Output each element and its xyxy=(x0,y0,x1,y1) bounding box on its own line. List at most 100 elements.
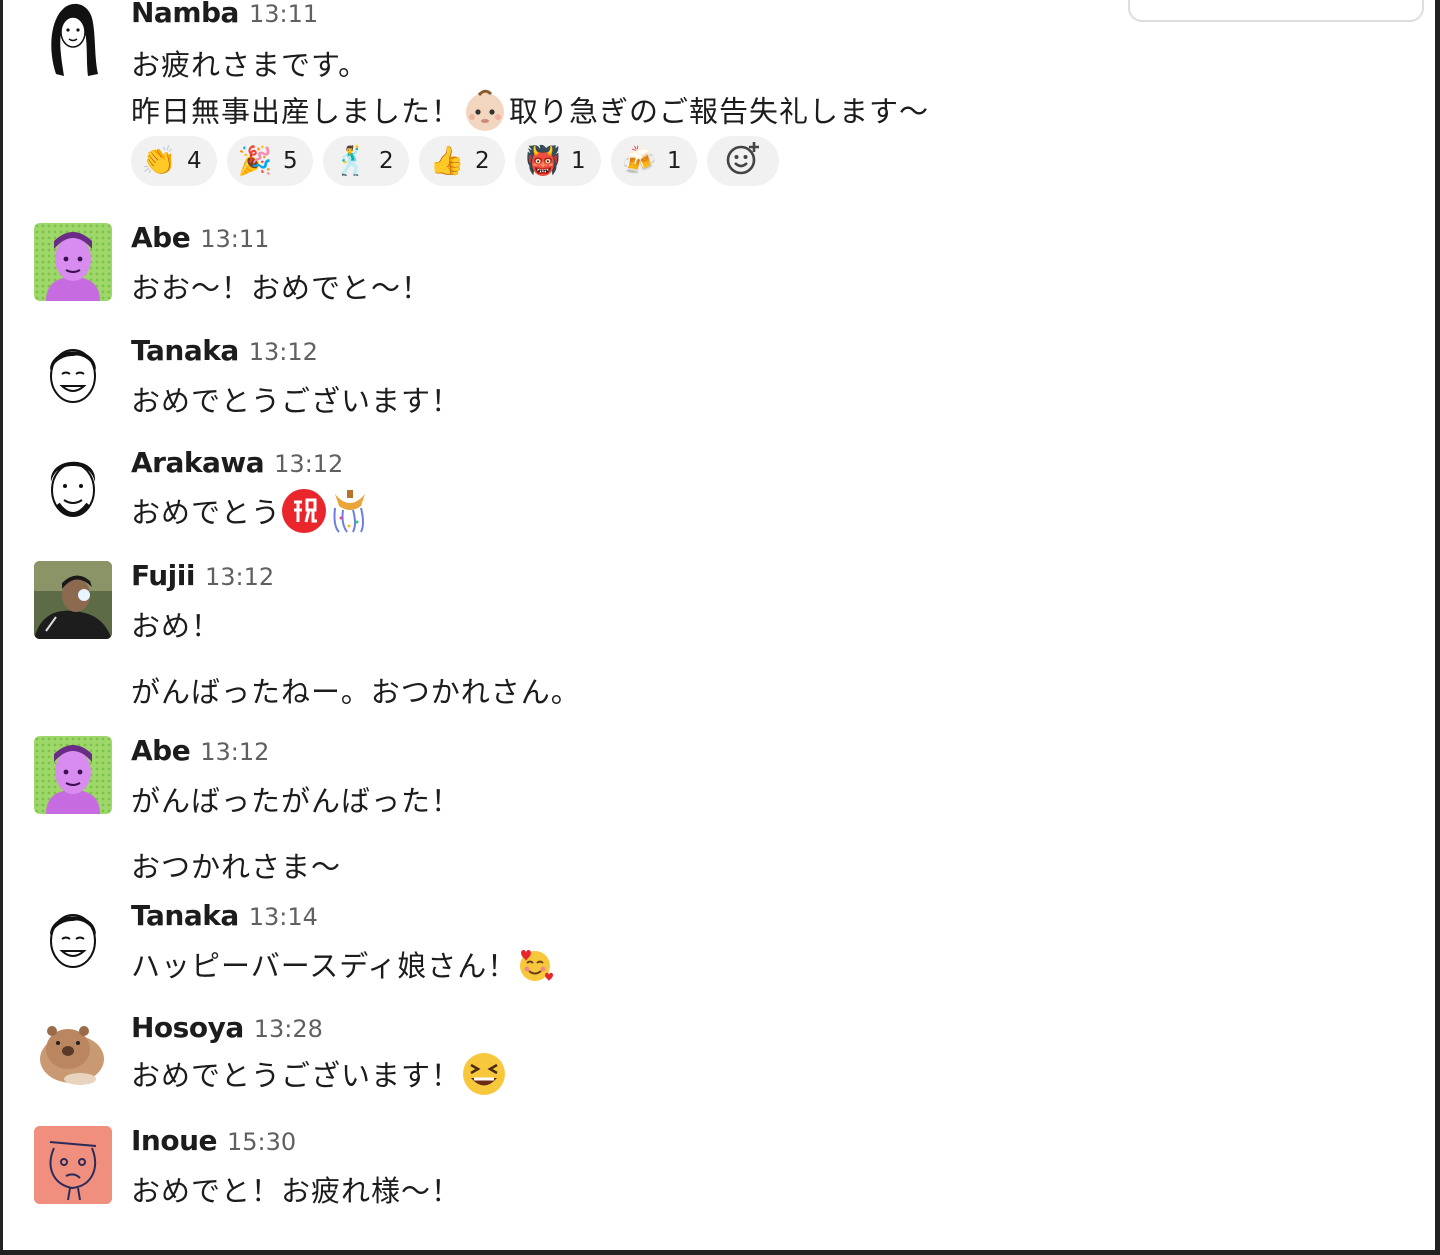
message-hosoya[interactable]: Hosoya 13:28 おめでとうございます！ xyxy=(3,1011,1403,1113)
avatar-fujii-photo xyxy=(34,561,112,639)
message-header: Tanaka 13:14 xyxy=(131,899,318,932)
oni-mask-icon: 👹 xyxy=(525,144,561,177)
sender-name[interactable]: Tanaka xyxy=(131,334,239,367)
smiling-face-with-hearts-icon xyxy=(517,947,554,990)
avatar-arakawa[interactable] xyxy=(34,448,112,526)
baby-icon xyxy=(461,86,509,141)
message-line: がんばったねー。おつかれさん。 xyxy=(131,669,581,711)
iwai-celebration-icon xyxy=(281,488,327,541)
thumbs-up-icon: 👍 xyxy=(429,144,465,177)
message-line: がんばったがんばった！ xyxy=(131,778,461,820)
grinning-squinting-face-icon xyxy=(461,1051,507,1104)
kusudama-icon xyxy=(327,488,373,541)
message-header: Namba 13:11 xyxy=(131,0,318,29)
message-line: ハッピーバースディ娘さん！ xyxy=(131,943,554,990)
avatar-abe[interactable] xyxy=(34,736,112,814)
message-header: Abe 13:11 xyxy=(131,221,269,254)
message-header: Tanaka 13:12 xyxy=(131,334,318,367)
avatar-tanaka[interactable] xyxy=(34,336,112,414)
message-inoue[interactable]: Inoue 15:30 おめでと！お疲れ様〜！ xyxy=(3,1124,1403,1216)
message-tanaka[interactable]: Tanaka 13:12 おめでとうございます！ xyxy=(3,334,1403,426)
message-fujii[interactable]: Fujii 13:12 おめ！ がんばったねー。おつかれさん。 xyxy=(3,559,1403,711)
message-text: 昨日無事出産しました！ xyxy=(131,94,462,129)
timestamp[interactable]: 13:28 xyxy=(254,1015,323,1043)
avatar-abe[interactable] xyxy=(34,223,112,301)
sender-name[interactable]: Abe xyxy=(131,221,191,254)
reaction-pill[interactable]: 👍 2 xyxy=(419,136,505,186)
sender-name[interactable]: Fujii xyxy=(131,559,195,592)
message-text: がんばったねー。おつかれさん。 xyxy=(131,675,581,709)
message-line: おめ！ xyxy=(131,603,221,645)
message-namba[interactable]: Namba 13:11 お疲れさまです。 昨日無事出産しました！ 取り急ぎのご報告… xyxy=(3,0,1403,200)
message-text: おお〜！おめでと〜！ xyxy=(131,271,432,305)
message-line: おつかれさま〜 xyxy=(131,844,341,886)
timestamp[interactable]: 13:12 xyxy=(249,338,318,366)
reaction-pill[interactable]: 🎉 5 xyxy=(227,136,313,186)
avatar-namba-illustration xyxy=(51,3,98,77)
sender-name[interactable]: Abe xyxy=(131,734,191,767)
message-text: 取り急ぎのご報告失礼します〜 xyxy=(509,94,930,129)
timestamp[interactable]: 13:12 xyxy=(274,450,343,478)
timestamp[interactable]: 13:14 xyxy=(249,903,318,931)
message-text: がんばったがんばった！ xyxy=(131,784,462,818)
timestamp[interactable]: 13:12 xyxy=(205,563,274,591)
message-text: ハッピーバースディ娘さん！ xyxy=(131,949,518,983)
message-line: おお〜！おめでと〜！ xyxy=(131,265,431,307)
message-header: Inoue 15:30 xyxy=(131,1124,296,1157)
message-text: おつかれさま〜 xyxy=(131,850,342,884)
message-pane: Namba 13:11 お疲れさまです。 昨日無事出産しました！ 取り急ぎのご報告… xyxy=(3,0,1435,1250)
beer-mugs-icon: 🍻 xyxy=(621,144,657,177)
message-abe[interactable]: Abe 13:11 おお〜！おめでと〜！ xyxy=(3,221,1403,313)
message-header: Arakawa 13:12 xyxy=(131,446,343,479)
party-popper-icon: 🎉 xyxy=(237,144,273,177)
sender-name[interactable]: Namba xyxy=(131,0,239,29)
avatar-inoue[interactable] xyxy=(34,1126,112,1204)
reaction-count: 1 xyxy=(571,148,586,174)
avatar-hosoya[interactable] xyxy=(34,1013,112,1091)
reaction-count: 2 xyxy=(379,148,394,174)
message-tanaka-2[interactable]: Tanaka 13:14 ハッピーバースディ娘さん！ xyxy=(3,899,1403,991)
clapping-hands-icon: 👏 xyxy=(141,144,177,177)
sender-name[interactable]: Hosoya xyxy=(131,1011,244,1044)
sender-name[interactable]: Tanaka xyxy=(131,899,239,932)
add-reaction-button[interactable] xyxy=(707,136,779,186)
reaction-count: 5 xyxy=(283,148,298,174)
timestamp[interactable]: 13:12 xyxy=(200,738,269,766)
timestamp[interactable]: 13:11 xyxy=(200,225,269,253)
avatar-tanaka-illustration xyxy=(50,349,96,403)
reaction-count: 1 xyxy=(667,148,682,174)
message-text: おめでとうございます！ xyxy=(131,384,462,418)
timestamp[interactable]: 15:30 xyxy=(227,1128,296,1156)
message-line: おめでとう xyxy=(131,488,373,541)
reaction-pill[interactable]: 👹 1 xyxy=(515,136,601,186)
message-text: おめ！ xyxy=(131,609,222,643)
avatar-abe-illustration xyxy=(34,223,112,301)
reaction-pill[interactable]: 🕺 2 xyxy=(323,136,409,186)
avatar-hosoya-illustration xyxy=(40,1026,104,1085)
reaction-count: 4 xyxy=(187,148,202,174)
message-arakawa[interactable]: Arakawa 13:12 おめでとう xyxy=(3,446,1403,541)
message-text: おめでとうございます！ xyxy=(131,1058,462,1093)
avatar-tanaka[interactable] xyxy=(34,901,112,979)
message-line: 昨日無事出産しました！ 取り急ぎのご報告失礼します〜 xyxy=(131,86,929,141)
dancing-man-icon: 🕺 xyxy=(333,144,369,177)
reaction-pill[interactable]: 🍻 1 xyxy=(611,136,697,186)
message-text: おめでとう xyxy=(131,495,282,530)
avatar-namba[interactable] xyxy=(34,0,112,78)
avatar-inoue-drawing xyxy=(34,1126,112,1204)
message-text: お疲れさまです。 xyxy=(131,48,369,82)
timestamp[interactable]: 13:11 xyxy=(249,0,318,28)
avatar-tanaka-illustration xyxy=(50,914,96,968)
add-reaction-icon xyxy=(724,139,762,183)
message-header: Fujii 13:12 xyxy=(131,559,274,592)
message-line: お疲れさまです。 xyxy=(131,42,368,84)
message-abe-2[interactable]: Abe 13:12 がんばったがんばった！ おつかれさま〜 xyxy=(3,734,1403,886)
message-header: Hosoya 13:28 xyxy=(131,1011,323,1044)
sender-name[interactable]: Arakawa xyxy=(131,446,265,479)
avatar-fujii[interactable] xyxy=(34,561,112,639)
message-text: おめでと！お疲れ様〜！ xyxy=(131,1174,462,1208)
message-line: おめでとうございます！ xyxy=(131,378,461,420)
reaction-bar: 👏 4 🎉 5 🕺 2 👍 2 👹 1 🍻 1 xyxy=(131,136,779,186)
sender-name[interactable]: Inoue xyxy=(131,1124,218,1157)
reaction-pill[interactable]: 👏 4 xyxy=(131,136,217,186)
